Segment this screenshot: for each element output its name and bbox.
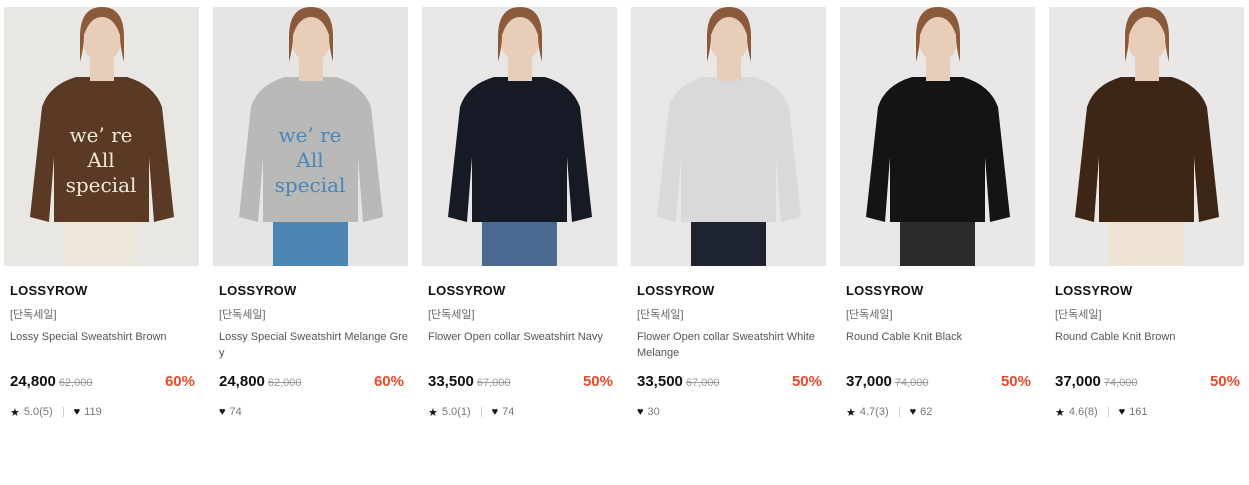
product-meta: ★ 5.0(5) ♥ 119 (10, 405, 199, 419)
sale-price: 37,000 (1055, 373, 1101, 390)
sale-tag: [단독세일] (428, 309, 475, 321)
product-meta: ★ 4.6(8) ♥ 161 (1055, 405, 1244, 419)
original-price: 67,000 (476, 377, 511, 389)
discount-rate: 50% (791, 373, 822, 390)
divider (480, 407, 482, 417)
product-card[interactable]: LOSSYROW [단독세일] Flower Open collar Sweat… (422, 7, 617, 419)
original-price: 74,000 (1103, 377, 1138, 389)
sale-tag: [단독세일] (637, 309, 684, 321)
product-grid: we’ re All special LOSSYROW [단독세일] Lossy… (4, 7, 1244, 419)
original-price: 74,000 (894, 377, 929, 389)
discount-rate: 50% (1209, 373, 1240, 390)
sale-tag: [단독세일] (846, 309, 893, 321)
product-image[interactable]: we’ re All special (213, 7, 408, 266)
sale-price: 33,500 (637, 373, 683, 390)
svg-text:we’ re: we’ re (69, 123, 132, 147)
sale-tag: [단독세일] (1055, 309, 1102, 321)
like-count: 161 (1129, 406, 1148, 418)
product-image[interactable] (422, 7, 617, 266)
original-price: 62,000 (267, 377, 302, 389)
product-card[interactable]: LOSSYROW [단독세일] Round Cable Knit Brown 3… (1049, 7, 1244, 419)
brand-name[interactable]: LOSSYROW (637, 283, 826, 299)
rating-text: 5.0(5) (23, 406, 53, 418)
svg-text:special: special (66, 173, 137, 197)
sale-price: 24,800 (10, 373, 56, 390)
sale-price: 33,500 (428, 373, 474, 390)
heart-icon[interactable]: ♥ (637, 406, 644, 418)
like-count: 74 (229, 406, 242, 418)
discount-rate: 60% (164, 373, 195, 390)
like-count: 30 (647, 406, 660, 418)
price-row: 37,000 74,000 50% (1055, 373, 1244, 393)
product-name[interactable]: Round Cable Knit Black (846, 329, 1035, 361)
product-image[interactable] (631, 7, 826, 266)
star-icon: ★ (428, 406, 438, 419)
sale-price: 24,800 (219, 373, 265, 390)
star-icon: ★ (846, 406, 856, 419)
price-row: 37,000 74,000 50% (846, 373, 1035, 393)
brand-name[interactable]: LOSSYROW (1055, 283, 1244, 299)
discount-rate: 50% (1000, 373, 1031, 390)
price-row: 24,800 62,000 60% (219, 373, 408, 393)
heart-icon[interactable]: ♥ (910, 406, 917, 418)
brand-name[interactable]: LOSSYROW (428, 283, 617, 299)
like-count: 62 (920, 406, 933, 418)
brand-name[interactable]: LOSSYROW (10, 283, 199, 299)
original-price: 67,000 (685, 377, 720, 389)
original-price: 62,000 (58, 377, 93, 389)
product-name[interactable]: Flower Open collar Sweatshirt Navy (428, 329, 617, 361)
svg-text:All: All (86, 148, 114, 172)
product-meta: ♥ 30 (637, 405, 826, 419)
rating-text: 5.0(1) (441, 406, 471, 418)
product-card[interactable]: LOSSYROW [단독세일] Round Cable Knit Black 3… (840, 7, 1035, 419)
svg-text:special: special (275, 173, 346, 197)
rating-text: 4.7(3) (859, 406, 889, 418)
divider (898, 407, 900, 417)
product-meta: ★ 5.0(1) ♥ 74 (428, 405, 617, 419)
product-image[interactable] (840, 7, 1035, 266)
heart-icon[interactable]: ♥ (219, 406, 226, 418)
heart-icon[interactable]: ♥ (492, 406, 499, 418)
discount-rate: 60% (373, 373, 404, 390)
brand-name[interactable]: LOSSYROW (846, 283, 1035, 299)
product-meta: ★ 4.7(3) ♥ 62 (846, 405, 1035, 419)
product-card[interactable]: LOSSYROW [단독세일] Flower Open collar Sweat… (631, 7, 826, 419)
rating-text: 4.6(8) (1068, 406, 1098, 418)
price-row: 24,800 62,000 60% (10, 373, 199, 393)
product-name[interactable]: Lossy Special Sweatshirt Brown (10, 329, 199, 361)
sale-tag: [단독세일] (10, 309, 57, 321)
product-name[interactable]: Lossy Special Sweatshirt Melange Grey (219, 329, 408, 361)
product-name[interactable]: Flower Open collar Sweatshirt White Mela… (637, 329, 826, 361)
like-count: 74 (502, 406, 515, 418)
svg-text:All: All (295, 148, 323, 172)
product-card[interactable]: we’ re All special LOSSYROW [단독세일] Lossy… (213, 7, 408, 419)
product-name[interactable]: Round Cable Knit Brown (1055, 329, 1244, 361)
heart-icon[interactable]: ♥ (1119, 406, 1126, 418)
heart-icon[interactable]: ♥ (74, 406, 81, 418)
divider (62, 407, 64, 417)
svg-text:we’ re: we’ re (278, 123, 341, 147)
sale-price: 37,000 (846, 373, 892, 390)
divider (1107, 407, 1109, 417)
price-row: 33,500 67,000 50% (428, 373, 617, 393)
discount-rate: 50% (582, 373, 613, 390)
star-icon: ★ (1055, 406, 1065, 419)
price-row: 33,500 67,000 50% (637, 373, 826, 393)
star-icon: ★ (10, 406, 20, 419)
brand-name[interactable]: LOSSYROW (219, 283, 408, 299)
product-image[interactable] (1049, 7, 1244, 266)
product-meta: ♥ 74 (219, 405, 408, 419)
product-card[interactable]: we’ re All special LOSSYROW [단독세일] Lossy… (4, 7, 199, 419)
sale-tag: [단독세일] (219, 309, 266, 321)
like-count: 119 (84, 406, 102, 418)
product-image[interactable]: we’ re All special (4, 7, 199, 266)
